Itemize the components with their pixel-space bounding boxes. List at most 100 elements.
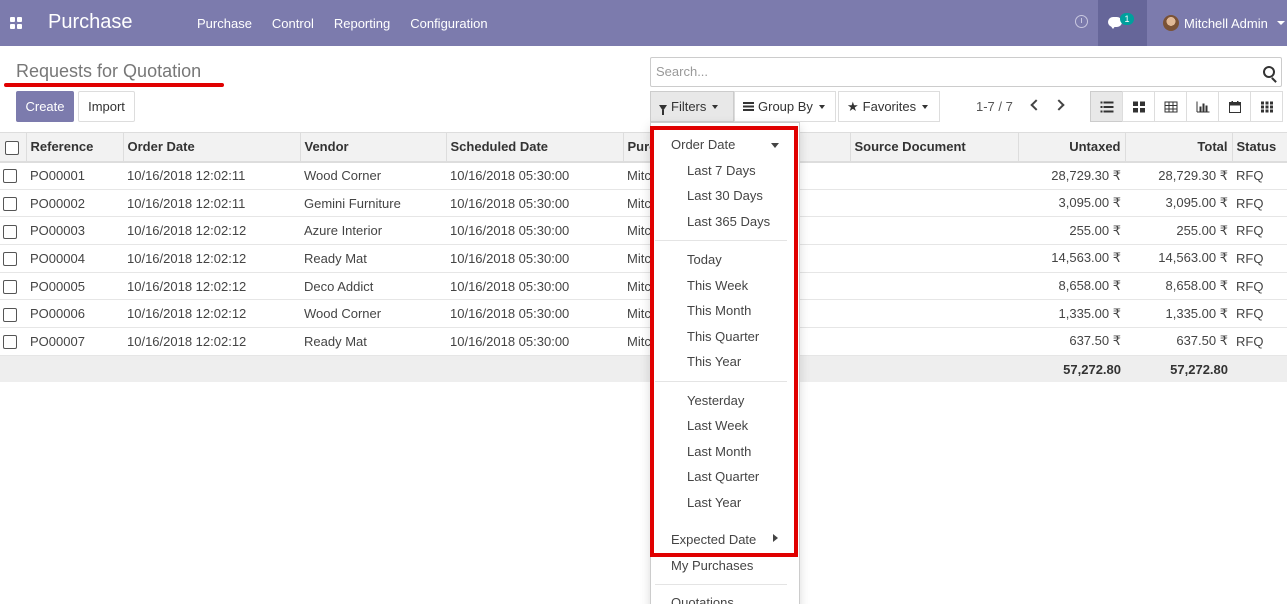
order-date-highlight-box xyxy=(650,126,798,557)
filters-button[interactable]: Filters xyxy=(650,91,734,122)
search-icon[interactable] xyxy=(1263,66,1275,78)
menu-item-control[interactable]: Control xyxy=(272,16,314,31)
column-header-order-date[interactable]: Order Date xyxy=(122,132,300,163)
cell-order-date: 10/16/2018 12:02:12 xyxy=(123,216,300,246)
row-checkbox[interactable] xyxy=(3,307,17,322)
column-header-reference[interactable]: Reference xyxy=(25,132,123,163)
calendar-view-button[interactable] xyxy=(1218,91,1251,122)
row-checkbox[interactable] xyxy=(3,335,17,350)
cell-scheduled-date: 10/16/2018 05:30:00 xyxy=(446,244,623,273)
grid-icon xyxy=(1260,101,1273,112)
graph-view-button[interactable] xyxy=(1186,91,1219,122)
table-row[interactable]: PO00004 10/16/2018 12:02:12 Ready Mat 10… xyxy=(0,244,1287,273)
activity-clock-icon[interactable] xyxy=(1075,15,1088,28)
pivot-view-button[interactable] xyxy=(1154,91,1187,122)
cell-scheduled-date: 10/16/2018 05:30:00 xyxy=(446,272,623,301)
cell-vendor: Wood Corner xyxy=(300,161,446,190)
cell-source-document xyxy=(850,216,1018,246)
cell-order-date: 10/16/2018 12:02:11 xyxy=(123,189,300,218)
filter-quotations[interactable]: Quotations xyxy=(671,595,734,604)
row-checkbox[interactable] xyxy=(3,224,17,239)
table-row[interactable]: PO00006 10/16/2018 12:02:12 Wood Corner … xyxy=(0,299,1287,329)
row-select-cell xyxy=(0,244,26,273)
user-avatar[interactable] xyxy=(1163,15,1179,31)
cell-scheduled-date: 10/16/2018 05:30:00 xyxy=(446,216,623,246)
cell-status: RFQ xyxy=(1232,216,1287,246)
cell-vendor: Gemini Furniture xyxy=(300,189,446,218)
favorites-button[interactable]: ★ Favorites xyxy=(838,91,940,122)
cell-scheduled-date: 10/16/2018 05:30:00 xyxy=(446,161,623,190)
menu-item-reporting[interactable]: Reporting xyxy=(334,16,390,31)
caret-down-icon[interactable] xyxy=(1277,21,1285,25)
grid-view-button[interactable] xyxy=(1250,91,1283,122)
cell-scheduled-date: 10/16/2018 05:30:00 xyxy=(446,327,623,356)
table-row[interactable]: PO00005 10/16/2018 12:02:12 Deco Addict … xyxy=(0,272,1287,301)
select-all-checkbox[interactable] xyxy=(5,140,19,155)
bar-chart-icon xyxy=(1196,101,1209,112)
row-checkbox[interactable] xyxy=(3,196,17,211)
column-header-status[interactable]: Status xyxy=(1231,132,1287,163)
table-row[interactable]: PO00002 10/16/2018 12:02:11 Gemini Furni… xyxy=(0,189,1287,218)
table-row[interactable]: PO00007 10/16/2018 12:02:12 Ready Mat 10… xyxy=(0,327,1287,356)
cell-status: RFQ xyxy=(1232,244,1287,273)
caret-down-icon xyxy=(712,104,719,109)
cell-scheduled-date: 10/16/2018 05:30:00 xyxy=(446,299,623,329)
cell-status: RFQ xyxy=(1232,161,1287,190)
cell-reference: PO00002 xyxy=(26,189,123,218)
create-button[interactable]: Create xyxy=(16,91,74,122)
cell-source-document xyxy=(850,327,1018,356)
column-header-total[interactable]: Total xyxy=(1124,132,1232,163)
import-button[interactable]: Import xyxy=(78,91,135,122)
menu-item-purchase[interactable]: Purchase xyxy=(197,16,252,31)
rfq-table: Reference Order Date Vendor Scheduled Da… xyxy=(0,132,1287,383)
menu-item-configuration[interactable]: Configuration xyxy=(410,16,487,31)
cell-reference: PO00001 xyxy=(26,161,123,190)
cell-untaxed: 14,563.00 ₹ xyxy=(1018,244,1125,273)
column-header-untaxed[interactable]: Untaxed xyxy=(1017,132,1125,163)
row-select-cell xyxy=(0,327,26,356)
cell-order-date: 10/16/2018 12:02:12 xyxy=(123,272,300,301)
messaging-button[interactable]: 1 xyxy=(1098,0,1147,46)
apps-menu-icon[interactable] xyxy=(10,17,22,29)
filter-my-purchases[interactable]: My Purchases xyxy=(671,558,753,573)
row-select-cell xyxy=(0,272,26,301)
row-checkbox[interactable] xyxy=(3,279,17,294)
column-header-vendor[interactable]: Vendor xyxy=(299,132,446,163)
column-header-scheduled-date[interactable]: Scheduled Date xyxy=(445,132,623,163)
row-select-cell xyxy=(0,189,26,218)
kanban-icon xyxy=(1132,101,1145,112)
rfq-list: Reference Order Date Vendor Scheduled Da… xyxy=(0,132,1287,383)
app-title: Purchase xyxy=(48,11,133,33)
list-view-button[interactable] xyxy=(1090,91,1123,122)
groupby-button[interactable]: Group By xyxy=(734,91,836,122)
table-row[interactable]: PO00003 10/16/2018 12:02:12 Azure Interi… xyxy=(0,216,1287,246)
pager-previous-icon[interactable] xyxy=(1030,99,1042,111)
cell-source-document xyxy=(850,161,1018,190)
cell-reference: PO00004 xyxy=(26,244,123,273)
column-header-source-document[interactable]: Source Document xyxy=(849,132,1018,163)
filter-funnel-icon xyxy=(659,104,667,115)
search-bar xyxy=(650,57,1282,87)
row-checkbox[interactable] xyxy=(3,252,17,267)
cell-untaxed: 1,335.00 ₹ xyxy=(1018,299,1125,329)
user-menu[interactable]: Mitchell Admin xyxy=(1184,16,1268,31)
totals-row: 57,272.80 57,272.80 xyxy=(0,355,1287,383)
cell-untaxed: 637.50 ₹ xyxy=(1018,327,1125,356)
cell-order-date: 10/16/2018 12:02:12 xyxy=(123,299,300,329)
table-row[interactable]: PO00001 10/16/2018 12:02:11 Wood Corner … xyxy=(0,161,1287,190)
pager-next-icon[interactable] xyxy=(1053,99,1065,111)
search-input[interactable] xyxy=(656,64,1246,79)
cell-scheduled-date: 10/16/2018 05:30:00 xyxy=(446,189,623,218)
cell-total: 8,658.00 ₹ xyxy=(1125,272,1232,301)
row-select-cell xyxy=(0,161,26,190)
cell-reference: PO00005 xyxy=(26,272,123,301)
pager-value[interactable]: 1-7 / 7 xyxy=(976,99,1013,114)
kanban-view-button[interactable] xyxy=(1122,91,1155,122)
cell-vendor: Ready Mat xyxy=(300,244,446,273)
caret-down-icon xyxy=(818,104,825,109)
row-select-cell xyxy=(0,299,26,329)
cell-source-document xyxy=(850,299,1018,329)
row-checkbox[interactable] xyxy=(3,169,17,184)
cell-order-date: 10/16/2018 12:02:12 xyxy=(123,244,300,273)
cell-status: RFQ xyxy=(1232,327,1287,356)
